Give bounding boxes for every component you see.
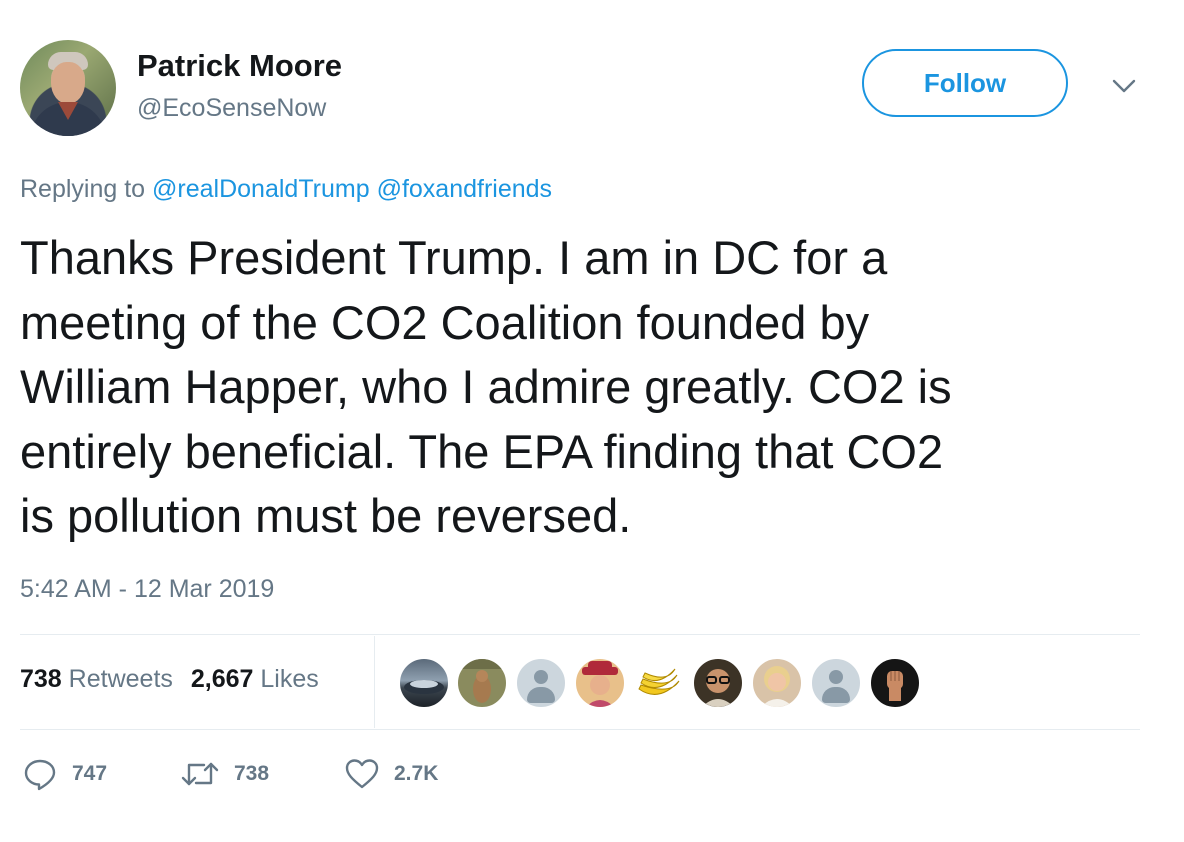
tweet-text-line: entirely beneficial. The EPA finding tha… [20,424,944,478]
woman-hat-avatar[interactable] [574,657,626,709]
divider [20,729,1140,730]
mention-link-foxandfriends[interactable]: @foxandfriends [377,175,552,203]
like-button[interactable]: 2.7K [344,756,438,792]
retweet-button[interactable]: 738 [180,756,269,792]
retweets-label: Retweets [68,665,173,693]
likes-count: 2,667 [190,665,254,693]
likes-stat[interactable]: 2,667 Likes [191,665,319,693]
retweet-icon [180,756,220,792]
heart-icon [344,756,380,792]
reply-count: 747 [72,762,108,785]
follow-button[interactable]: Follow [862,49,1068,117]
tweet-text-line: is pollution must be reversed. [20,489,632,542]
chevron-down-icon[interactable] [1110,76,1138,96]
man-glasses-avatar[interactable] [692,657,744,709]
retweet-count: 738 [234,762,270,785]
tweet-timestamp[interactable]: 5:42 AM - 12 Mar 2019 [20,575,274,604]
reply-button[interactable]: 747 [22,756,107,792]
stats-divider [374,636,375,728]
tweet-text: Thanks President Trump. I am in DC for a… [20,226,1140,549]
avatar-face [51,62,85,104]
like-count: 2.7K [394,762,439,785]
reply-icon [22,756,58,792]
car-photo-avatar[interactable] [398,657,450,709]
bananas-avatar[interactable] [633,657,685,709]
tweet-text-line: Thanks President Trump. I am in DC for a [20,231,888,284]
retweets-count: 738 [20,665,62,693]
engagement-stats: 738 Retweets 2,667 Likes [20,665,319,694]
user-handle[interactable]: @EcoSenseNow [137,94,326,123]
divider [20,634,1140,635]
default-avatar[interactable] [515,657,567,709]
woman-blonde-avatar[interactable] [751,657,803,709]
mention-link-realdonaldtrump[interactable]: @realDonaldTrump [152,175,370,203]
retweets-stat[interactable]: 738 Retweets [20,665,173,693]
likes-label: Likes [260,665,319,693]
tweet-text-line: William Happer, who I admire greatly. CO… [20,360,952,413]
reply-prefix: Replying to [20,175,146,203]
user-avatar[interactable] [20,40,116,136]
tweet-card: Patrick Moore @EcoSenseNow Follow Replyi… [0,0,1184,842]
reply-context: Replying to @realDonaldTrump @foxandfrie… [20,175,552,204]
default-avatar[interactable] [810,657,862,709]
kangaroo-meme-avatar[interactable] [456,657,508,709]
display-name[interactable]: Patrick Moore [137,48,342,84]
tweet-text-line: meeting of the CO2 Coalition founded by [20,295,870,349]
raised-fist-avatar[interactable] [869,657,921,709]
